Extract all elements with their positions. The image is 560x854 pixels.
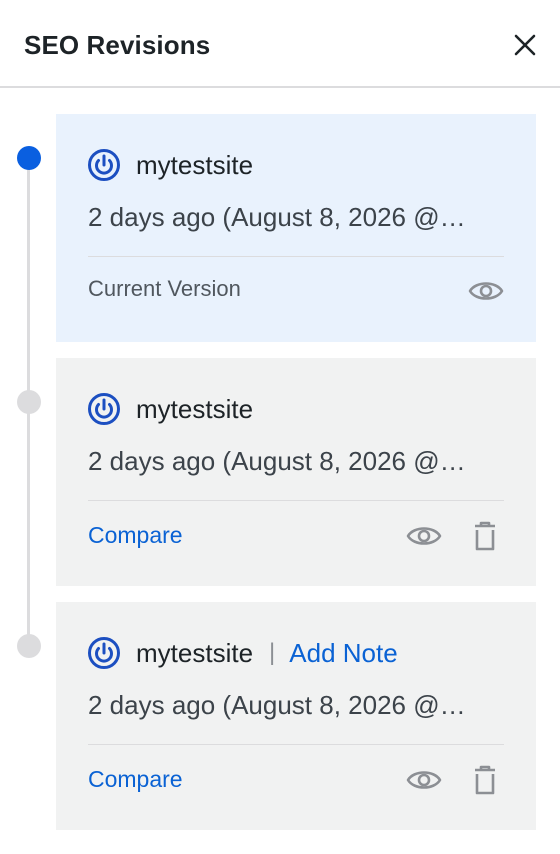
eye-icon[interactable] — [406, 523, 442, 549]
timeline-dot — [17, 390, 41, 414]
eye-icon[interactable] — [406, 767, 442, 793]
compare-link[interactable]: Compare — [88, 766, 183, 793]
add-note-link[interactable]: Add Note — [289, 638, 397, 669]
current-version-label: Current Version — [88, 276, 241, 301]
note-separator: | — [269, 639, 276, 666]
author-name: mytestsite — [136, 149, 254, 180]
timeline-dot-current — [17, 146, 41, 170]
user-avatar-icon — [88, 637, 120, 669]
revision-date: 2 days ago (August 8, 2026 @… — [88, 202, 466, 232]
revision-date: 2 days ago (August 8, 2026 @… — [88, 446, 466, 476]
close-icon[interactable] — [510, 30, 540, 60]
author-name: mytestsite — [136, 637, 254, 668]
revision-date: 2 days ago (August 8, 2026 @… — [88, 690, 466, 720]
card-divider — [88, 256, 504, 257]
revision-author: mytestsite | Add Note — [88, 636, 398, 670]
trash-icon[interactable] — [472, 764, 498, 796]
compare-link[interactable]: Compare — [88, 522, 183, 549]
timeline-dot — [17, 634, 41, 658]
revision-card-current: mytestsite 2 days ago (August 8, 2026 @…… — [56, 114, 536, 342]
revision-card: mytestsite | Add Note 2 days ago (August… — [56, 602, 536, 830]
panel-title: SEO Revisions — [24, 30, 211, 60]
revision-author: mytestsite — [88, 148, 253, 182]
user-avatar-icon — [88, 149, 120, 181]
card-divider — [88, 744, 504, 745]
user-avatar-icon — [88, 393, 120, 425]
panel-header: SEO Revisions — [0, 0, 560, 88]
revision-author: mytestsite — [88, 392, 253, 426]
author-name: mytestsite — [136, 393, 254, 424]
trash-icon[interactable] — [472, 520, 498, 552]
card-divider — [88, 500, 504, 501]
eye-icon[interactable] — [468, 278, 504, 304]
revision-card: mytestsite 2 days ago (August 8, 2026 @…… — [56, 358, 536, 586]
